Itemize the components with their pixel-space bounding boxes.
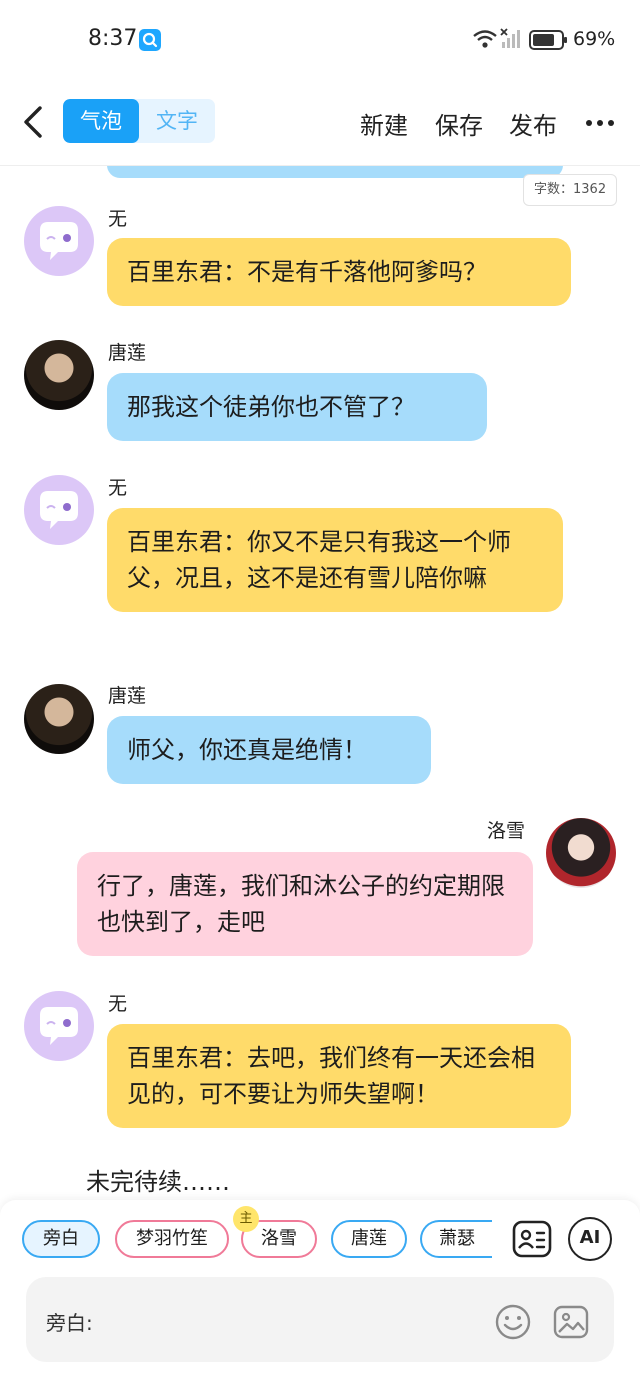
emoji-icon[interactable] xyxy=(494,1303,532,1341)
avatar[interactable] xyxy=(546,818,616,888)
status-time: 8:37 xyxy=(88,26,138,51)
battery-icon xyxy=(529,30,567,50)
chat-bubble[interactable]: 百里东君：不是有千落他阿爹吗？ xyxy=(107,238,571,306)
avatar[interactable] xyxy=(24,684,94,754)
avatar[interactable] xyxy=(24,340,94,410)
chat-bubble[interactable]: 那我这个徒弟你也不管了？ xyxy=(107,373,487,441)
image-icon[interactable] xyxy=(552,1303,590,1341)
back-arrow-icon[interactable] xyxy=(16,100,56,144)
role-chip-narrator[interactable]: 旁白 xyxy=(22,1220,100,1258)
composer-panel: 旁白 梦羽竹笙 主 洛雪 唐莲 萧瑟 AI 旁白: xyxy=(0,1200,640,1387)
role-chip[interactable]: 萧瑟 xyxy=(420,1220,492,1258)
top-bar: 气泡 文字 新建 保存 发布 xyxy=(0,80,640,166)
chat-bubble[interactable]: 百里东君：去吧，我们终有一天还会相见的，可不要让为师失望啊！ xyxy=(107,1024,571,1128)
cellular-signal-icon xyxy=(500,28,520,48)
word-count-badge: 字数：1362 xyxy=(523,174,618,206)
search-notification-icon xyxy=(139,29,161,51)
speaker-name: 唐莲 xyxy=(108,342,147,364)
chat-bubble[interactable]: 师父，你还真是绝情！ xyxy=(107,716,431,784)
new-button[interactable]: 新建 xyxy=(360,106,408,141)
role-chip[interactable]: 梦羽竹笙 xyxy=(115,1220,229,1258)
avatar[interactable] xyxy=(24,206,94,276)
speaker-name: 无 xyxy=(108,208,128,230)
role-card-icon[interactable] xyxy=(510,1217,554,1261)
speech-bubble-face-icon xyxy=(40,1007,78,1045)
avatar[interactable] xyxy=(24,475,94,545)
speech-bubble-face-icon xyxy=(40,222,78,260)
message-input-box: 旁白: xyxy=(26,1277,614,1362)
role-chip[interactable]: 唐莲 xyxy=(331,1220,407,1258)
chat-bubble[interactable]: 百里东君：你又不是只有我这一个师父，况且，这不是还有雪儿陪你嘛 xyxy=(107,508,563,612)
role-chip-protagonist[interactable]: 主 洛雪 xyxy=(233,1206,317,1258)
mode-toggle: 气泡 文字 xyxy=(63,99,215,143)
avatar[interactable] xyxy=(24,991,94,1061)
speaker-name: 洛雪 xyxy=(487,820,526,842)
speech-bubble-face-icon xyxy=(40,491,78,529)
speaker-name: 无 xyxy=(108,993,128,1015)
input-role-label: 旁白: xyxy=(46,1311,93,1335)
chat-bubble[interactable]: 行了，唐莲，我们和沐公子的约定期限也快到了，走吧 xyxy=(77,852,533,956)
chat-bubble-partial[interactable] xyxy=(107,166,563,178)
wifi-icon xyxy=(473,30,497,48)
narration-text[interactable]: 未完待续…… xyxy=(86,1162,230,1197)
speaker-name: 唐莲 xyxy=(108,685,147,707)
role-chip-label: 洛雪 xyxy=(261,1228,297,1249)
publish-button[interactable]: 发布 xyxy=(509,106,557,141)
more-icon[interactable] xyxy=(584,108,616,138)
ai-button[interactable]: AI xyxy=(568,1217,612,1261)
tab-bubble[interactable]: 气泡 xyxy=(63,99,139,143)
battery-percent: 69% xyxy=(573,28,616,50)
speaker-name: 无 xyxy=(108,477,128,499)
status-bar: 8:37 69% xyxy=(0,0,640,80)
chat-area[interactable]: 字数：1362 无 百里东君：不是有千落他阿爹吗？ 唐莲 那我这个徒弟你也不管了… xyxy=(0,166,640,1200)
message-input[interactable] xyxy=(106,1301,486,1337)
save-button[interactable]: 保存 xyxy=(435,106,483,141)
protagonist-badge: 主 xyxy=(233,1206,259,1232)
tab-text[interactable]: 文字 xyxy=(139,99,215,143)
